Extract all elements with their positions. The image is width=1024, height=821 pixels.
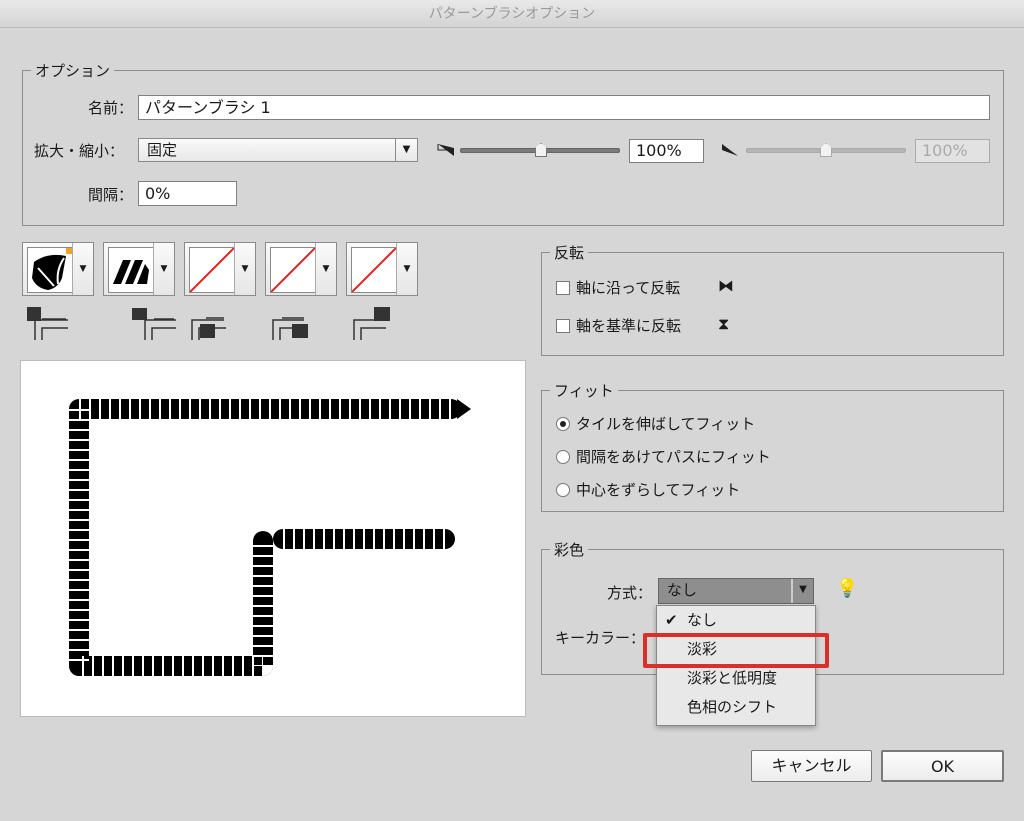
side-tile-button[interactable]: ▼ xyxy=(22,242,94,296)
reflect-along-label: 軸に沿って反転 xyxy=(576,279,681,297)
start-tile-button[interactable]: ▼ xyxy=(265,242,337,296)
scale-min-icon xyxy=(437,144,454,156)
fit-option-label: 間隔をあけてパスにフィット xyxy=(576,448,771,466)
scale-select[interactable]: 固定 ▼ xyxy=(138,138,418,162)
fit-option-label: 中心をずらしてフィット xyxy=(576,481,741,499)
reflect-legend: 反転 xyxy=(550,242,589,263)
fit-stretch-radio[interactable]: タイルを伸ばしてフィット xyxy=(556,413,755,434)
ok-button[interactable]: OK xyxy=(881,750,1004,782)
menu-item-tints-and-shades[interactable]: 淡彩と低明度 xyxy=(657,664,815,693)
fit-spacing-radio[interactable]: 間隔をあけてパスにフィット xyxy=(556,446,771,467)
fit-approximate-radio[interactable]: 中心をずらしてフィット xyxy=(556,479,740,500)
fit-legend: フィット xyxy=(550,380,618,401)
inner-corner-tile-button[interactable]: ▼ xyxy=(184,242,256,296)
outer-corner-tile-button[interactable]: ▼ xyxy=(103,242,175,296)
scale-max-input: 100% xyxy=(915,139,990,163)
title-bar: パターンブラシオプション xyxy=(0,0,1024,28)
scale-value: 固定 xyxy=(147,141,178,159)
chevron-down-icon[interactable]: ▼ xyxy=(315,243,336,295)
cancel-button[interactable]: キャンセル xyxy=(751,750,872,782)
menu-item-none[interactable]: ✔ なし xyxy=(657,606,815,635)
scale-max-icon xyxy=(722,144,738,156)
chevron-down-icon: ▼ xyxy=(791,579,813,603)
spacing-input[interactable]: 0% xyxy=(138,181,237,206)
chevron-down-icon[interactable]: ▼ xyxy=(153,243,174,295)
menu-item-label: なし xyxy=(687,611,718,629)
fit-option-label: タイルを伸ばしてフィット xyxy=(576,415,756,433)
reflect-along-checkbox[interactable]: 軸に沿って反転 xyxy=(556,277,680,298)
chevron-down-icon: ▼ xyxy=(395,139,417,161)
reflect-across-checkbox[interactable]: 軸を基準に反転 xyxy=(556,315,681,336)
method-label: 方式： xyxy=(607,584,653,602)
menu-item-hue-shift[interactable]: 色相のシフト xyxy=(657,693,815,722)
reflect-across-label: 軸を基準に反転 xyxy=(576,317,682,335)
rope-stroke-preview xyxy=(69,399,471,676)
chevron-down-icon[interactable]: ▼ xyxy=(234,243,255,295)
method-value: なし xyxy=(667,581,698,599)
menu-item-label: 色相のシフト xyxy=(687,698,778,716)
reflect-along-icon: ⧓ xyxy=(718,276,734,295)
name-label: 名前： xyxy=(88,99,134,117)
chevron-down-icon[interactable]: ▼ xyxy=(396,243,417,295)
tile-position-icons xyxy=(27,307,390,340)
arrow-icon xyxy=(457,399,471,419)
scale-min-input[interactable]: 100% xyxy=(629,139,704,163)
end-tile-button[interactable]: ▼ xyxy=(346,242,418,296)
scale-label: 拡大・縮小： xyxy=(34,142,125,160)
colorization-legend: 彩色 xyxy=(550,539,589,560)
brush-preview xyxy=(20,360,526,717)
method-select[interactable]: なし ▼ xyxy=(658,578,814,604)
reflect-across-icon: ⧗ xyxy=(718,314,730,333)
menu-item-label: 淡彩と低明度 xyxy=(687,669,778,687)
options-legend: オプション xyxy=(31,60,115,81)
chevron-down-icon[interactable]: ▼ xyxy=(72,243,93,295)
reflect-group: 反転 xyxy=(541,242,1004,356)
name-input[interactable]: パターンブラシ 1 xyxy=(138,95,990,120)
lightbulb-icon[interactable]: 💡 xyxy=(836,578,858,599)
highlight-box xyxy=(643,633,829,668)
key-color-label: キーカラー： xyxy=(555,629,646,647)
spacing-label: 間隔： xyxy=(88,186,134,204)
